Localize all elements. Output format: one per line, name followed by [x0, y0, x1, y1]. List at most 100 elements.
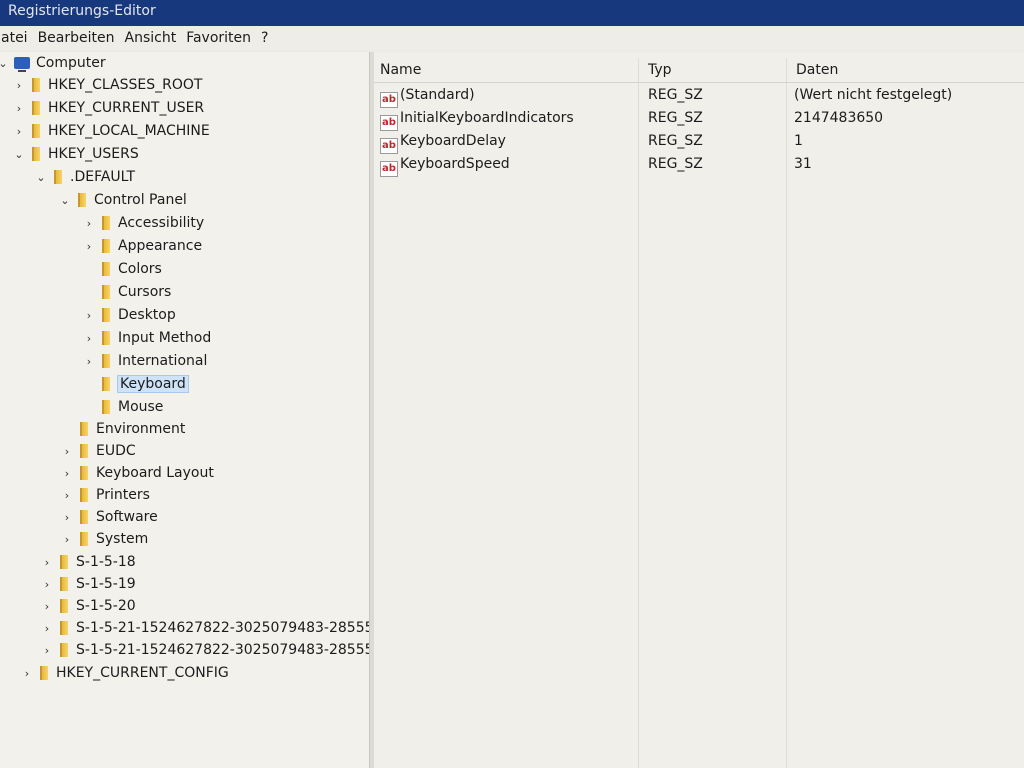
tree-node-computer[interactable]: ⌄ Computer	[0, 52, 106, 74]
tree-node-mouse[interactable]: Mouse	[82, 396, 163, 418]
value-name: InitialKeyboardIndicators	[400, 110, 574, 126]
value-data: 2147483650	[794, 110, 884, 126]
tree-node-s-1-5-20[interactable]: › S-1-5-20	[40, 595, 136, 617]
values-list[interactable]: Name Typ Daten ab (Standard) REG_SZ (Wert…	[374, 52, 1024, 768]
tree-node-software[interactable]: › Software	[60, 506, 158, 528]
chevron-right-icon[interactable]: ›	[40, 556, 54, 569]
folder-icon	[102, 354, 110, 368]
folder-icon	[102, 308, 110, 322]
value-row[interactable]: ab InitialKeyboardIndicators REG_SZ 21474…	[374, 107, 1024, 131]
chevron-right-icon[interactable]: ›	[60, 489, 74, 502]
tree-node-s-1-5-21-b[interactable]: › S-1-5-21-1524627822-3025079483-28555	[40, 639, 369, 661]
tree-node-eudc[interactable]: › EUDC	[60, 440, 136, 462]
tree-node-accessibility[interactable]: › Accessibility	[82, 212, 204, 234]
tree-node-hkey-users[interactable]: ⌄ HKEY_USERS	[12, 143, 138, 165]
folder-icon	[32, 101, 40, 115]
chevron-right-icon[interactable]: ›	[82, 332, 96, 345]
value-data: 31	[794, 156, 812, 172]
chevron-right-icon[interactable]: ›	[40, 578, 54, 591]
chevron-right-icon[interactable]: ›	[82, 309, 96, 322]
tree-node-international[interactable]: › International	[82, 350, 208, 372]
menu-help[interactable]: ?	[256, 27, 273, 49]
chevron-right-icon[interactable]: ›	[60, 511, 74, 524]
folder-icon	[32, 124, 40, 138]
value-row[interactable]: ab (Standard) REG_SZ (Wert nicht festgele…	[374, 84, 1024, 108]
column-header-type[interactable]: Typ	[642, 58, 788, 82]
value-type: REG_SZ	[648, 110, 703, 126]
value-row[interactable]: ab KeyboardSpeed REG_SZ 31	[374, 153, 1024, 177]
tree-node-input-method[interactable]: › Input Method	[82, 327, 211, 349]
tree-node-hkey-local-machine[interactable]: › HKEY_LOCAL_MACHINE	[12, 120, 210, 142]
chevron-right-icon[interactable]: ›	[82, 355, 96, 368]
tree-node-s-1-5-19[interactable]: › S-1-5-19	[40, 573, 136, 595]
chevron-right-icon[interactable]: ›	[40, 644, 54, 657]
folder-icon	[60, 643, 68, 657]
chevron-right-icon[interactable]: ›	[40, 622, 54, 635]
folder-icon	[60, 555, 68, 569]
tree-node-appearance[interactable]: › Appearance	[82, 235, 202, 257]
tree-node-hkey-classes-root[interactable]: › HKEY_CLASSES_ROOT	[12, 74, 203, 96]
value-row[interactable]: ab KeyboardDelay REG_SZ 1	[374, 130, 1024, 154]
chevron-down-icon[interactable]: ⌄	[0, 57, 10, 70]
folder-icon	[32, 147, 40, 161]
string-value-icon: ab	[380, 138, 398, 154]
string-value-icon: ab	[380, 161, 398, 177]
folder-icon	[80, 422, 88, 436]
folder-icon	[60, 599, 68, 613]
menu-bar: atei Bearbeiten Ansicht Favoriten ?	[0, 26, 1024, 50]
string-value-icon: ab	[380, 115, 398, 131]
tree-node-default[interactable]: ⌄ .DEFAULT	[34, 166, 135, 188]
tree-node-control-panel[interactable]: ⌄ Control Panel	[58, 189, 186, 211]
computer-icon	[14, 57, 30, 72]
column-header-name[interactable]: Name	[374, 58, 640, 82]
value-data: (Wert nicht festgelegt)	[794, 87, 953, 103]
value-name: KeyboardSpeed	[400, 156, 510, 172]
value-name: (Standard)	[400, 87, 475, 103]
tree-node-cursors[interactable]: Cursors	[82, 281, 171, 303]
folder-icon	[80, 532, 88, 546]
folder-icon	[60, 577, 68, 591]
chevron-right-icon[interactable]: ›	[12, 125, 26, 138]
value-type: REG_SZ	[648, 156, 703, 172]
folder-icon	[102, 400, 110, 414]
menu-favoriten[interactable]: Favoriten	[181, 27, 256, 49]
registry-tree[interactable]: ⌄ Computer › HKEY_CLASSES_ROOT › HKEY_CU…	[0, 52, 370, 768]
chevron-right-icon[interactable]: ›	[12, 102, 26, 115]
menu-ansicht[interactable]: Ansicht	[120, 27, 182, 49]
chevron-right-icon[interactable]: ›	[20, 667, 34, 680]
folder-icon	[32, 78, 40, 92]
folder-icon	[80, 510, 88, 524]
menu-datei[interactable]: atei	[0, 27, 33, 49]
folder-icon	[54, 170, 62, 184]
folder-icon	[40, 666, 48, 680]
folder-icon	[80, 444, 88, 458]
column-header-data[interactable]: Daten	[790, 58, 1024, 82]
chevron-down-icon[interactable]: ⌄	[12, 148, 26, 161]
tree-node-s-1-5-21-a[interactable]: › S-1-5-21-1524627822-3025079483-28555	[40, 617, 369, 639]
tree-node-hkey-current-user[interactable]: › HKEY_CURRENT_USER	[12, 97, 204, 119]
tree-node-system[interactable]: › System	[60, 528, 148, 550]
value-data: 1	[794, 133, 803, 149]
tree-node-keyboard[interactable]: Keyboard	[82, 373, 189, 395]
chevron-right-icon[interactable]: ›	[82, 240, 96, 253]
value-name: KeyboardDelay	[400, 133, 506, 149]
chevron-right-icon[interactable]: ›	[60, 445, 74, 458]
chevron-down-icon[interactable]: ⌄	[34, 171, 48, 184]
tree-node-printers[interactable]: › Printers	[60, 484, 150, 506]
string-value-icon: ab	[380, 92, 398, 108]
chevron-right-icon[interactable]: ›	[12, 79, 26, 92]
folder-icon	[80, 488, 88, 502]
menu-bearbeiten[interactable]: Bearbeiten	[33, 27, 120, 49]
chevron-right-icon[interactable]: ›	[60, 533, 74, 546]
folder-icon	[102, 331, 110, 345]
chevron-right-icon[interactable]: ›	[60, 467, 74, 480]
tree-node-s-1-5-18[interactable]: › S-1-5-18	[40, 551, 136, 573]
tree-node-desktop[interactable]: › Desktop	[82, 304, 176, 326]
chevron-right-icon[interactable]: ›	[40, 600, 54, 613]
tree-node-colors[interactable]: Colors	[82, 258, 162, 280]
tree-node-hkey-current-config[interactable]: › HKEY_CURRENT_CONFIG	[20, 662, 229, 684]
tree-node-keyboard-layout[interactable]: › Keyboard Layout	[60, 462, 214, 484]
tree-node-environment[interactable]: Environment	[60, 418, 185, 440]
chevron-right-icon[interactable]: ›	[82, 217, 96, 230]
chevron-down-icon[interactable]: ⌄	[58, 194, 72, 207]
